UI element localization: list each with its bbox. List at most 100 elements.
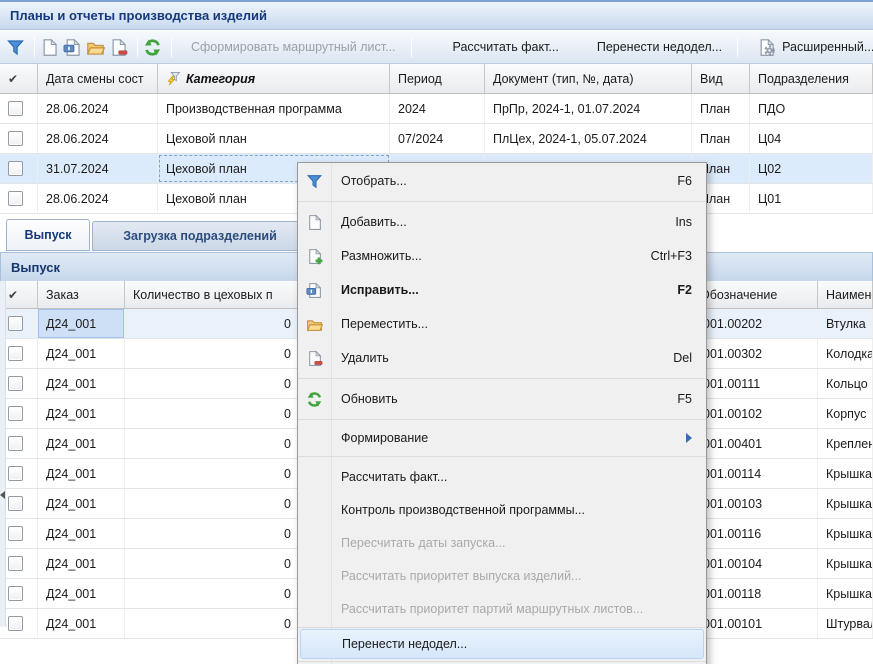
cell-division[interactable]: ПДО	[750, 94, 873, 123]
cell-order[interactable]: Д24_001	[38, 309, 125, 338]
cell-qty[interactable]: 0	[125, 579, 300, 608]
cell-name[interactable]: Втулка	[818, 309, 873, 338]
cell-order[interactable]: Д24_001	[38, 519, 125, 548]
row-checkbox[interactable]	[8, 526, 23, 541]
menu-item-0[interactable]: Отобрать...F6	[298, 164, 706, 198]
cell-name[interactable]: Крышка	[818, 579, 873, 608]
delete-button[interactable]	[109, 34, 128, 60]
cell-name[interactable]: Корпус	[818, 399, 873, 428]
column-header[interactable]: Обозначение	[692, 281, 818, 308]
cell-qty[interactable]: 0	[125, 369, 300, 398]
cell-document[interactable]: ПлЦех, 2024-1, 05.07.2024	[485, 124, 692, 153]
menu-item-13[interactable]: Контроль производственной программы...	[298, 493, 706, 526]
column-header[interactable]: Заказ	[38, 281, 125, 308]
menu-item-14[interactable]: Пересчитать даты запуска...	[298, 526, 706, 559]
menu-item-8[interactable]: ОбновитьF5	[298, 382, 706, 416]
transfer-backlog-button[interactable]: Перенести недодел...	[587, 34, 732, 60]
cell-date[interactable]: 28.06.2024	[38, 124, 158, 153]
cell-name[interactable]: Крышка	[818, 519, 873, 548]
column-header[interactable]: Категория	[158, 64, 390, 93]
row-checkbox[interactable]	[8, 376, 23, 391]
menu-item-6[interactable]: УдалитьDel	[298, 341, 706, 375]
cell-division[interactable]: Ц02	[750, 154, 873, 183]
cell-order[interactable]: Д24_001	[38, 339, 125, 368]
cell-date[interactable]: 28.06.2024	[38, 94, 158, 123]
cell-order[interactable]: Д24_001	[38, 609, 125, 638]
cell-period[interactable]: 2024	[390, 94, 485, 123]
cell-name[interactable]: Крышка	[818, 459, 873, 488]
cell-order[interactable]: Д24_001	[38, 369, 125, 398]
cell-name[interactable]: Крышка	[818, 549, 873, 578]
tab-vypusk[interactable]: Выпуск	[6, 219, 90, 251]
row-checkbox[interactable]	[8, 406, 23, 421]
row-checkbox[interactable]	[8, 131, 23, 146]
cell-category[interactable]: Цеховой план	[158, 124, 390, 153]
menu-item-10[interactable]: Формирование	[298, 423, 706, 453]
cell-qty[interactable]: 0	[125, 519, 300, 548]
menu-item-12[interactable]: Рассчитать факт...	[298, 460, 706, 493]
row-checkbox[interactable]	[8, 586, 23, 601]
cell-date[interactable]: 28.06.2024	[38, 184, 158, 213]
extended-button[interactable]: Расширенный...	[747, 34, 873, 60]
cell-designation[interactable]: 001.00103	[692, 489, 818, 518]
cell-designation[interactable]: 001.00111	[692, 369, 818, 398]
column-header[interactable]: Вид	[692, 64, 750, 93]
cell-order[interactable]: Д24_001	[38, 459, 125, 488]
row-checkbox[interactable]	[8, 616, 23, 631]
menu-item-2[interactable]: Добавить...Ins	[298, 205, 706, 239]
move-button[interactable]	[86, 34, 105, 60]
column-header[interactable]: Документ (тип, №, дата)	[485, 64, 692, 93]
cell-designation[interactable]: 001.00104	[692, 549, 818, 578]
menu-item-3[interactable]: Размножить...Ctrl+F3	[298, 239, 706, 273]
cell-qty[interactable]: 0	[125, 339, 300, 368]
cell-qty[interactable]: 0	[125, 489, 300, 518]
column-header[interactable]: Период	[390, 64, 485, 93]
select-all-header[interactable]: ✔	[0, 64, 38, 93]
cell-designation[interactable]: 001.00202	[692, 309, 818, 338]
column-header[interactable]: Наименование	[818, 281, 873, 308]
cell-order[interactable]: Д24_001	[38, 489, 125, 518]
menu-item-4[interactable]: Исправить...F2	[298, 273, 706, 307]
filter-button[interactable]	[6, 34, 25, 60]
cell-qty[interactable]: 0	[125, 459, 300, 488]
refresh-button[interactable]	[143, 34, 162, 60]
row-checkbox[interactable]	[8, 346, 23, 361]
cell-designation[interactable]: 001.00302	[692, 339, 818, 368]
cell-qty[interactable]: 0	[125, 549, 300, 578]
cell-designation[interactable]: 001.00114	[692, 459, 818, 488]
cell-order[interactable]: Д24_001	[38, 579, 125, 608]
cell-designation[interactable]: 001.00102	[692, 399, 818, 428]
row-checkbox[interactable]	[8, 101, 23, 116]
column-header[interactable]: Дата смены сост	[38, 64, 158, 93]
cell-kind[interactable]: План	[692, 124, 750, 153]
calc-fact-button[interactable]: Рассчитать факт...	[443, 34, 569, 60]
column-header[interactable]: Подразделения	[750, 64, 873, 93]
collapse-splitter-icon[interactable]	[0, 486, 7, 504]
cell-date[interactable]: 31.07.2024	[38, 154, 158, 183]
edit-button[interactable]	[63, 34, 82, 60]
plans-table-row[interactable]: 28.06.2024Производственная программа2024…	[0, 94, 873, 124]
cell-name[interactable]: Штурвал	[818, 609, 873, 638]
row-checkbox[interactable]	[8, 496, 23, 511]
cell-period[interactable]: 07/2024	[390, 124, 485, 153]
cell-order[interactable]: Д24_001	[38, 429, 125, 458]
row-checkbox[interactable]	[8, 191, 23, 206]
row-checkbox[interactable]	[8, 556, 23, 571]
cell-name[interactable]: Кольцо	[818, 369, 873, 398]
cell-division[interactable]: Ц04	[750, 124, 873, 153]
cell-kind[interactable]: План	[692, 94, 750, 123]
cell-designation[interactable]: 001.00101	[692, 609, 818, 638]
plans-table-row[interactable]: 28.06.2024Цеховой план07/2024ПлЦех, 2024…	[0, 124, 873, 154]
format-route-list-button[interactable]: Сформировать маршрутный лист...	[181, 34, 406, 60]
cell-name[interactable]: Крышка	[818, 489, 873, 518]
menu-item-16[interactable]: Рассчитать приоритет партий маршрутных л…	[298, 592, 706, 625]
row-checkbox[interactable]	[8, 466, 23, 481]
cell-category[interactable]: Производственная программа	[158, 94, 390, 123]
menu-item-5[interactable]: Переместить...	[298, 307, 706, 341]
cell-name[interactable]: Колодка	[818, 339, 873, 368]
tab-zagruzka-podrazdelenij[interactable]: Загрузка подразделений	[92, 221, 308, 251]
cell-designation[interactable]: 001.00118	[692, 579, 818, 608]
cell-qty[interactable]: 0	[125, 429, 300, 458]
cell-qty[interactable]: 0	[125, 309, 300, 338]
cell-order[interactable]: Д24_001	[38, 549, 125, 578]
